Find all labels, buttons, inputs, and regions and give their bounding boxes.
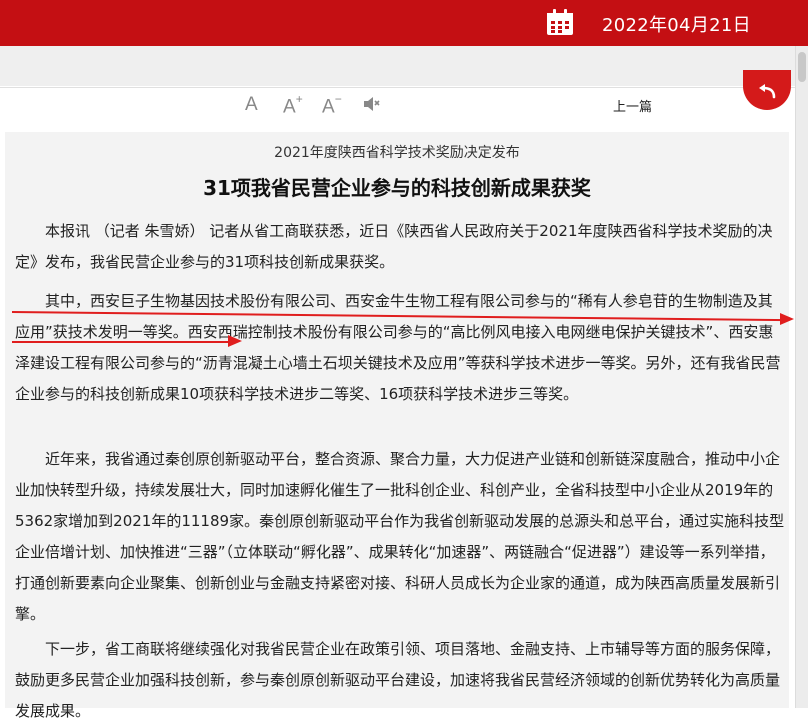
top-banner: 2022年04月21日 [0,0,808,46]
article-headline: 31项我省民营企业参与的科技创新成果获奖 [203,176,591,200]
article-subhead: 2021年度陕西省科学技术奖励决定发布 [274,145,520,161]
scrollbar-thumb[interactable] [798,52,806,82]
article-paragraph: 其中，西安巨子生物基因技术股份有限公司、西安金牛生物工程有限公司参与的“稀有人参… [15,292,781,403]
publish-date: 2022年04月21日 [602,15,751,36]
speaker-icon[interactable] [362,94,382,114]
return-arrow-icon [759,84,776,99]
font-normal-button[interactable]: A [245,94,258,116]
font-increase-button[interactable]: A+ [283,92,303,118]
annotation-underline [12,341,234,343]
previous-article-link[interactable]: 上一篇 [613,96,652,115]
grey-band [0,46,795,86]
font-decrease-button[interactable]: A− [322,92,342,118]
scrollbar-track[interactable] [795,46,808,708]
annotation-arrowhead [780,313,794,325]
article-body: 2021年度陕西省科学技术奖励决定发布 31项我省民营企业参与的科技创新成果获奖… [5,132,789,720]
article-paragraph: 本报讯 （记者 朱雪娇） 记者从省工商联获悉，近日《陕西省人民政府关于2021年… [15,222,773,271]
article-paragraph: 下一步，省工商联将继续强化对我省民营企业在政策引领、项目落地、金融支持、上市辅导… [15,640,781,720]
calendar-icon [547,9,573,35]
reading-toolbar: A A+ A− [0,87,795,128]
annotation-arrowhead [228,335,242,347]
article-paragraph: 近年来，我省通过秦创原创新驱动平台，整合资源、聚合力量，大力促进产业链和创新链深… [15,450,785,623]
